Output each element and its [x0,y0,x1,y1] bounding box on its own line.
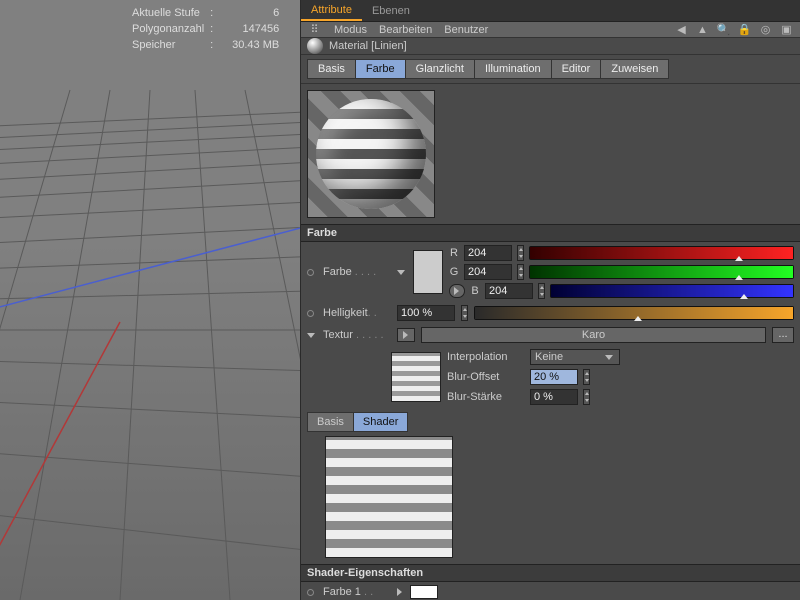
search-icon[interactable]: 🔍 [716,22,731,37]
label-texture: Textur [323,329,353,341]
input-brightness[interactable]: 100 % [397,305,455,321]
select-interpolation[interactable]: Keine [530,349,620,365]
input-r[interactable]: 204 [464,245,512,261]
material-preview[interactable] [307,90,435,218]
row-texture: Textur . . . . . Karo ... [301,324,800,346]
row-texture-detail: Interpolation Keine Blur-Offset 20 % Blu… [301,346,800,408]
slider-g[interactable] [529,265,794,279]
material-icon [307,38,323,54]
slider-b[interactable] [550,284,794,298]
menu-user[interactable]: Benutzer [444,24,488,36]
texture-thumbnail[interactable] [391,352,441,402]
new-window-icon[interactable]: ▣ [779,22,794,37]
stepper-b[interactable] [538,283,545,299]
row-color: Farbe . . . . R 204 G 204 [301,242,800,302]
menu-mode[interactable]: Modus [334,24,367,36]
label-interpolation: Interpolation [447,351,525,363]
panel-toolbar: ⠿ Modus Bearbeiten Benutzer ◀ ▲ 🔍 🔒 ◎ ▣ [301,22,800,38]
input-b[interactable]: 204 [485,283,533,299]
label-color: Farbe [323,266,352,278]
label-r: R [449,247,459,259]
tab-basis[interactable]: Basis [307,59,356,79]
tab-farbe[interactable]: Farbe [356,59,406,79]
material-title: Material [Linien] [329,40,407,52]
channel-tabs: Basis Farbe Glanzlicht Illumination Edit… [301,55,800,84]
row-brightness: Helligkeit. . 100 % [301,302,800,324]
attribute-panel: Attribute Ebenen ⠿ Modus Bearbeiten Benu… [300,0,800,600]
input-blur-offset[interactable]: 20 % [530,369,578,385]
texture-name-button[interactable]: Karo [421,327,766,343]
expand-color1-icon[interactable] [397,588,402,596]
section-shader-properties: Shader-Eigenschaften [301,564,800,582]
label-b: B [470,285,480,297]
row-color1: Farbe 1 . . [301,582,800,600]
nav-up-icon[interactable]: ▲ [695,22,710,37]
stepper-r[interactable] [517,245,524,261]
shader-preview[interactable] [325,436,453,558]
tab-glanzlicht[interactable]: Glanzlicht [406,59,475,79]
viewport[interactable]: Aktuelle Stufe:6 Polygonanzahl:147456 Sp… [0,0,300,600]
material-header: Material [Linien] [301,38,800,55]
anim-dot[interactable] [307,589,314,596]
anim-dot[interactable] [307,269,314,276]
label-blur-offset: Blur-Offset [447,371,525,383]
viewport-stats: Aktuelle Stufe:6 Polygonanzahl:147456 Sp… [130,4,285,54]
color1-swatch[interactable] [410,585,438,599]
tab-zuweisen[interactable]: Zuweisen [601,59,669,79]
subtab-basis[interactable]: Basis [307,412,354,432]
label-color1: Farbe 1 [323,586,361,598]
lock-icon[interactable]: 🔒 [737,22,752,37]
menu-edit[interactable]: Bearbeiten [379,24,432,36]
label-blur-strength: Blur-Stärke [447,391,525,403]
expand-color-icon[interactable] [397,270,405,275]
panel-tabs: Attribute Ebenen [301,0,800,22]
anim-dot[interactable] [307,310,314,317]
tab-attribute[interactable]: Attribute [301,0,362,21]
label-brightness: Helligkeit [323,307,368,319]
expand-texture-icon[interactable] [307,333,315,338]
stepper-blur-offset[interactable] [583,369,590,385]
texture-browse-button[interactable]: ... [772,327,794,343]
viewport-grid [0,0,300,600]
target-icon[interactable]: ◎ [758,22,773,37]
stepper-brightness[interactable] [461,305,468,321]
stepper-g[interactable] [517,264,524,280]
subtab-shader[interactable]: Shader [354,412,408,432]
axis-z [0,215,300,320]
stepper-blur-strength[interactable] [583,389,590,405]
chevron-down-icon [605,355,613,360]
input-g[interactable]: 204 [464,264,512,280]
color-swatch[interactable] [413,250,443,294]
tab-editor[interactable]: Editor [552,59,602,79]
color-model-button[interactable] [449,284,465,298]
section-farbe-header: Farbe [301,224,800,242]
shader-subtabs: Basis Shader [301,408,800,432]
input-blur-strength[interactable]: 0 % [530,389,578,405]
slider-r[interactable] [529,246,794,260]
label-g: G [449,266,459,278]
tab-illumination[interactable]: Illumination [475,59,552,79]
grip-icon: ⠿ [307,22,322,37]
texture-popup-button[interactable] [397,328,415,342]
tab-layers[interactable]: Ebenen [362,0,420,21]
nav-back-icon[interactable]: ◀ [674,22,689,37]
slider-brightness[interactable] [474,306,794,320]
